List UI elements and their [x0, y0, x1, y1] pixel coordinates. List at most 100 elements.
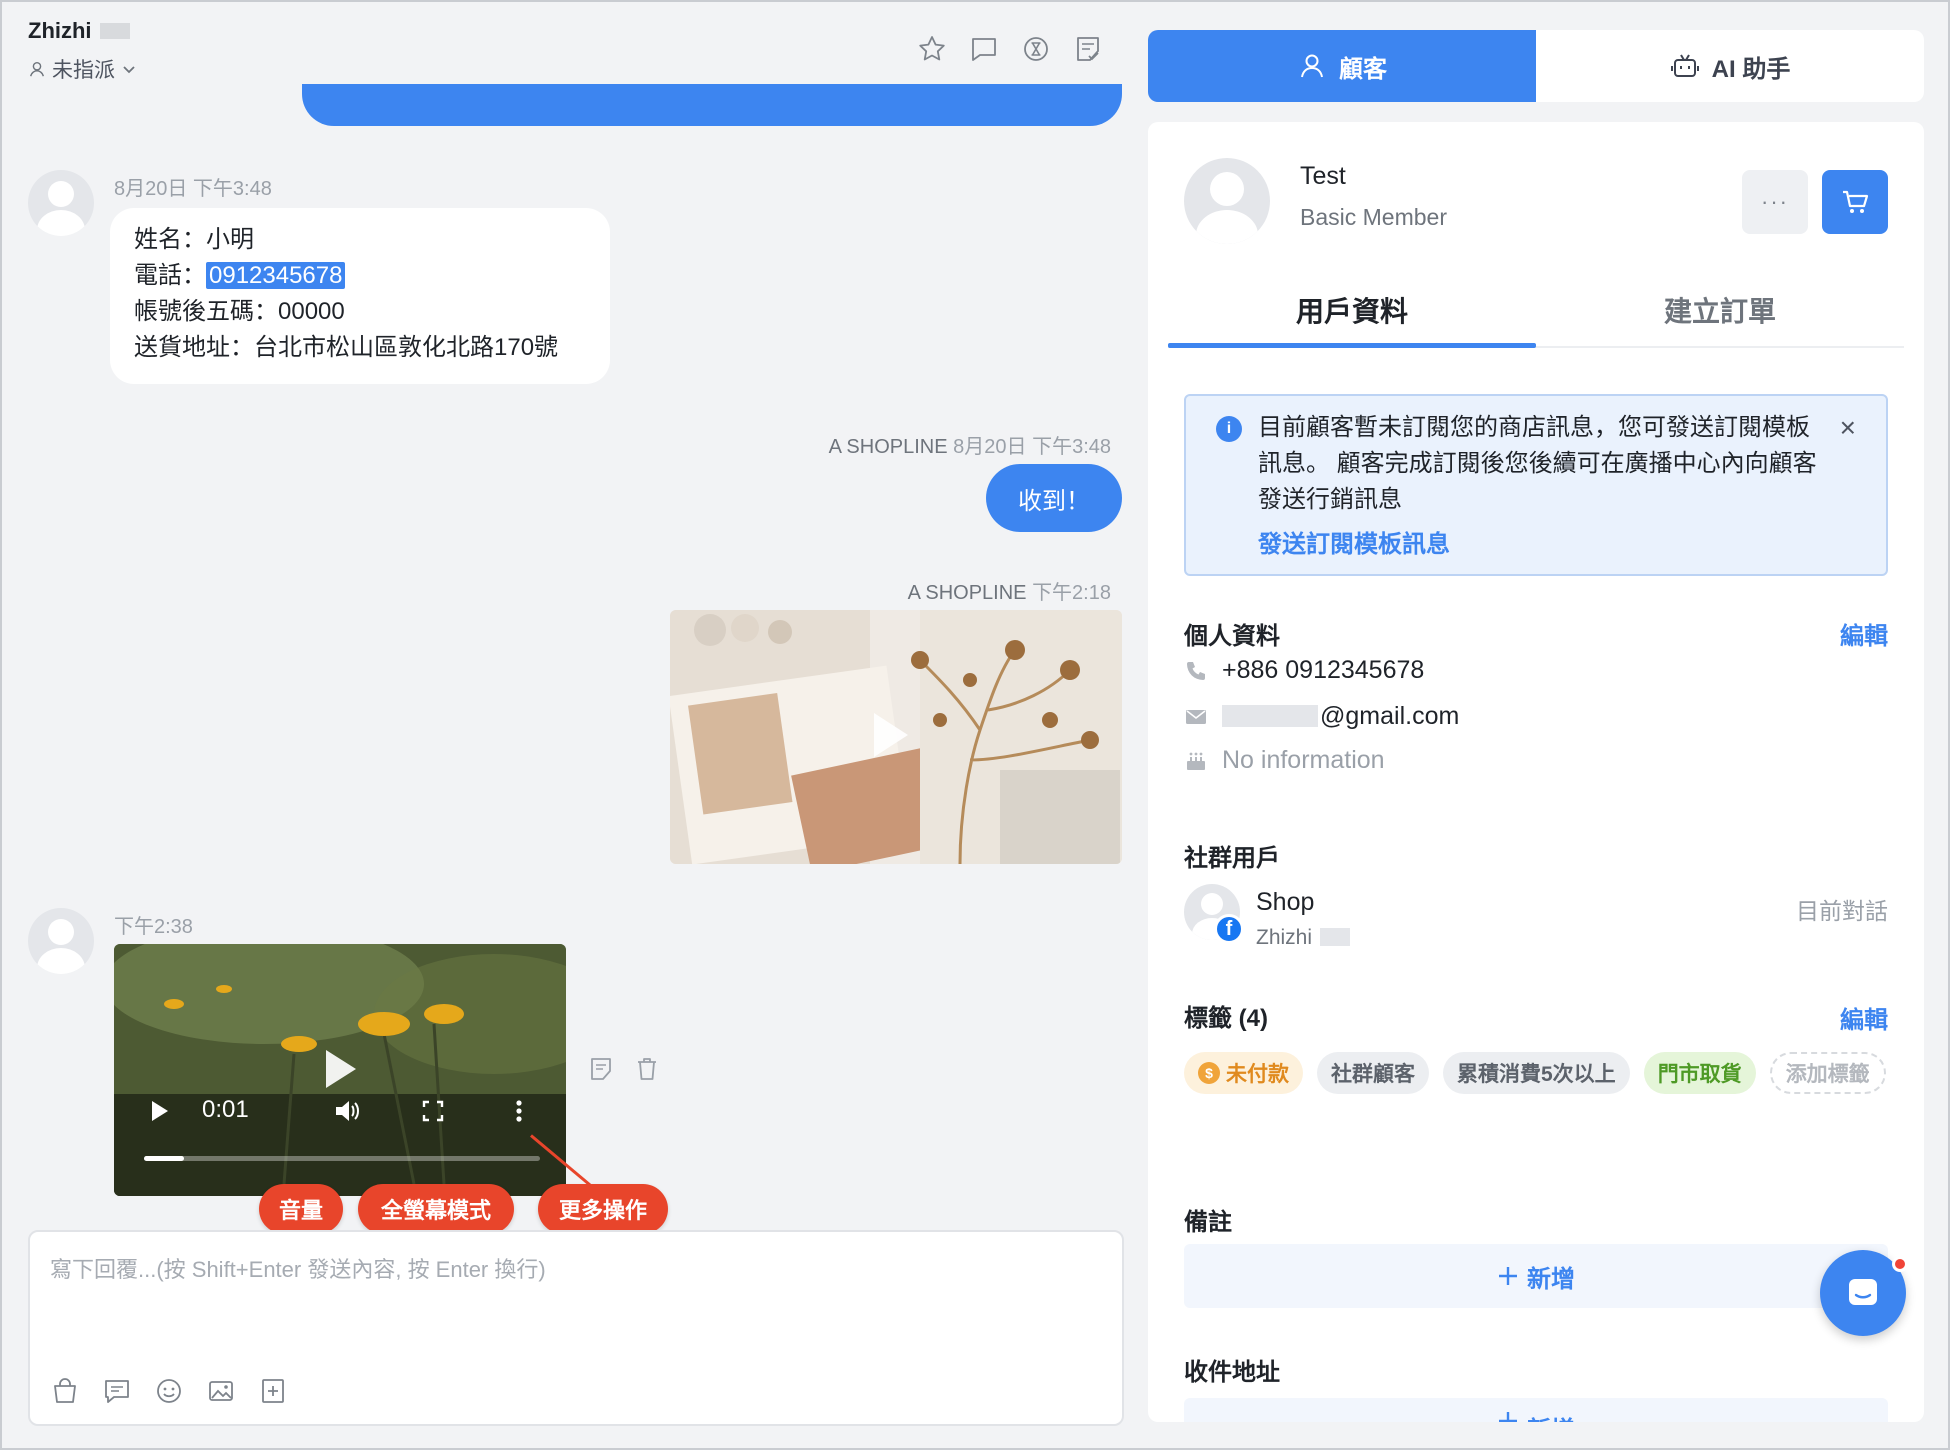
assignee-dropdown[interactable]: 未指派: [28, 54, 137, 84]
name-redaction: [99, 23, 130, 39]
subscription-notice: i 目前顧客暫未訂閱您的商店訊息，您可發送訂閱模板訊息。 顧客完成訂閱後您後續可…: [1184, 394, 1888, 576]
coin-icon: $: [1198, 1062, 1220, 1084]
header-actions: [917, 34, 1103, 64]
notes-button[interactable]: [1073, 34, 1103, 64]
name-redaction: [1320, 928, 1351, 946]
image-icon[interactable]: [206, 1376, 236, 1406]
mail-icon: [1186, 709, 1206, 724]
assignee-label: 未指派: [52, 59, 115, 82]
add-note-button[interactable]: 新增: [1184, 1244, 1888, 1308]
play-icon: [874, 713, 908, 757]
social-users-title: 社群用戶: [1184, 845, 1280, 872]
shipping-address-title: 收件地址: [1184, 1359, 1280, 1386]
app-frame: Zhizhi 未指派 8月20日 下午3:48 姓名：小明 電話： 091234…: [0, 0, 1950, 1450]
email-value: @gmail.com: [1222, 702, 1459, 731]
composer-toolbar: [50, 1376, 288, 1406]
video-progress-fill: [144, 1156, 184, 1161]
play-button[interactable]: [152, 1101, 168, 1121]
add-address-button[interactable]: 新增: [1184, 1398, 1888, 1422]
user-icon: [30, 61, 44, 77]
plus-icon: [1499, 1267, 1517, 1285]
reply-composer[interactable]: 寫下回覆...(按 Shift+Enter 發送內容, 按 Enter 換行): [28, 1230, 1124, 1426]
cake-icon: [1187, 752, 1205, 770]
close-icon[interactable]: ×: [1840, 412, 1856, 444]
phone-value: +886 0912345678: [1222, 656, 1425, 684]
hourglass-icon: [1024, 37, 1048, 61]
more-actions-button[interactable]: ···: [1742, 170, 1808, 234]
outgoing-video-thumbnail[interactable]: [670, 610, 1122, 864]
message-line-account: 帳號後五碼：00000: [134, 298, 345, 325]
email-row: @gmail.com: [1184, 702, 1459, 731]
snooze-button[interactable]: [1021, 34, 1051, 64]
incoming-message-bubble: 姓名：小明 電話： 0912345678 帳號後五碼：00000 送貨地址：台北市…: [110, 208, 610, 384]
birthday-row: No information: [1184, 746, 1385, 775]
tag-unpaid[interactable]: $ 未付款: [1184, 1052, 1303, 1094]
notice-text: 目前顧客暫未訂閱您的商店訊息，您可發送訂閱模板訊息。 顧客完成訂閱後您後續可在廣…: [1258, 414, 1817, 513]
message-square-icon: [972, 38, 996, 61]
more-horizontal-icon: ···: [1761, 189, 1789, 214]
annotation-volume: 音量: [259, 1184, 343, 1234]
tag-store-pickup[interactable]: 門市取貨: [1643, 1052, 1756, 1094]
star-button[interactable]: [917, 34, 947, 64]
note-check-icon: [1077, 37, 1099, 61]
tab-create-order[interactable]: 建立訂單: [1536, 282, 1904, 346]
emoji-icon[interactable]: [154, 1376, 184, 1406]
panel-tabs: 顧客 AI 助手: [1148, 30, 1924, 102]
tag-social-customer[interactable]: 社群顧客: [1317, 1052, 1429, 1094]
outgoing-media-meta: A SHOPLINE 下午2:18: [907, 582, 1111, 604]
message-line-name: 姓名：小明: [134, 226, 254, 253]
email-redaction: [1222, 705, 1318, 727]
trash-icon[interactable]: [634, 1056, 660, 1082]
volume-button[interactable]: [330, 1094, 364, 1128]
social-user-name: Zhizhi: [1256, 926, 1351, 950]
video-message-actions: [588, 1056, 660, 1082]
phone-icon: [1187, 661, 1205, 680]
tab-ai-assistant[interactable]: AI 助手: [1536, 30, 1924, 102]
video-progress-bar[interactable]: [144, 1156, 540, 1161]
selected-phone-text[interactable]: 0912345678: [206, 262, 346, 289]
quick-reply-icon[interactable]: [102, 1376, 132, 1406]
chat-bubble-icon: [1849, 1279, 1877, 1305]
tag-list: $ 未付款 社群顧客 累積消費5次以上 門市取貨 添加標籤: [1184, 1052, 1894, 1094]
tab-ai-label: AI 助手: [1711, 55, 1791, 83]
customer-name: Test: [1300, 162, 1346, 190]
contact-name: Zhizhi: [28, 18, 130, 44]
fullscreen-icon: [422, 1100, 444, 1122]
message-timestamp: 8月20日 下午3:48: [114, 178, 272, 200]
membership-level: Basic Member: [1300, 204, 1447, 230]
more-options-button[interactable]: [502, 1094, 536, 1128]
outgoing-message-meta: A SHOPLINE 8月20日 下午3:48: [828, 436, 1111, 458]
add-note-icon[interactable]: [588, 1056, 614, 1082]
personal-info-title: 個人資料: [1184, 623, 1280, 650]
tab-customer-label: 顧客: [1339, 55, 1387, 83]
comment-button[interactable]: [969, 34, 999, 64]
notification-dot: [1892, 1256, 1908, 1272]
user-icon: [1301, 54, 1323, 78]
previous-message-bubble: [302, 84, 1122, 126]
customer-profile-avatar: [1184, 158, 1270, 244]
tab-user-profile[interactable]: 用戶資料: [1168, 282, 1536, 348]
video-time: 0:01: [202, 1096, 249, 1123]
cart-button[interactable]: [1822, 170, 1888, 234]
more-vertical-icon: [516, 1100, 522, 1122]
add-tag-button[interactable]: 添加標籤: [1769, 1052, 1886, 1094]
info-icon: i: [1216, 416, 1242, 442]
send-template-link[interactable]: 發送訂閱模板訊息: [1258, 524, 1450, 559]
reply-placeholder: 寫下回覆...(按 Shift+Enter 發送內容, 按 Enter 換行): [50, 1257, 546, 1282]
add-template-icon[interactable]: [258, 1376, 288, 1406]
tag-frequent-buyer[interactable]: 累積消費5次以上: [1443, 1052, 1630, 1094]
video-player[interactable]: 0:01: [114, 944, 566, 1196]
fullscreen-button[interactable]: [416, 1094, 450, 1128]
volume-icon: [336, 1101, 359, 1121]
notes-title: 備註: [1184, 1209, 1232, 1236]
message-line-address: 送貨地址：台北市松山區敦化北路170號: [134, 334, 559, 361]
edit-tags-button[interactable]: 編輯: [1840, 1000, 1888, 1035]
tab-customer[interactable]: 顧客: [1148, 30, 1536, 102]
birthday-value: No information: [1222, 746, 1385, 774]
edit-personal-info-button[interactable]: 編輯: [1840, 616, 1888, 651]
facebook-icon: f: [1214, 914, 1244, 944]
shopping-bag-icon[interactable]: [50, 1376, 80, 1406]
customer-tabs: 用戶資料 建立訂單: [1168, 282, 1904, 348]
phone-row: +886 0912345678: [1184, 656, 1424, 685]
social-page-name: Shop: [1256, 888, 1315, 916]
